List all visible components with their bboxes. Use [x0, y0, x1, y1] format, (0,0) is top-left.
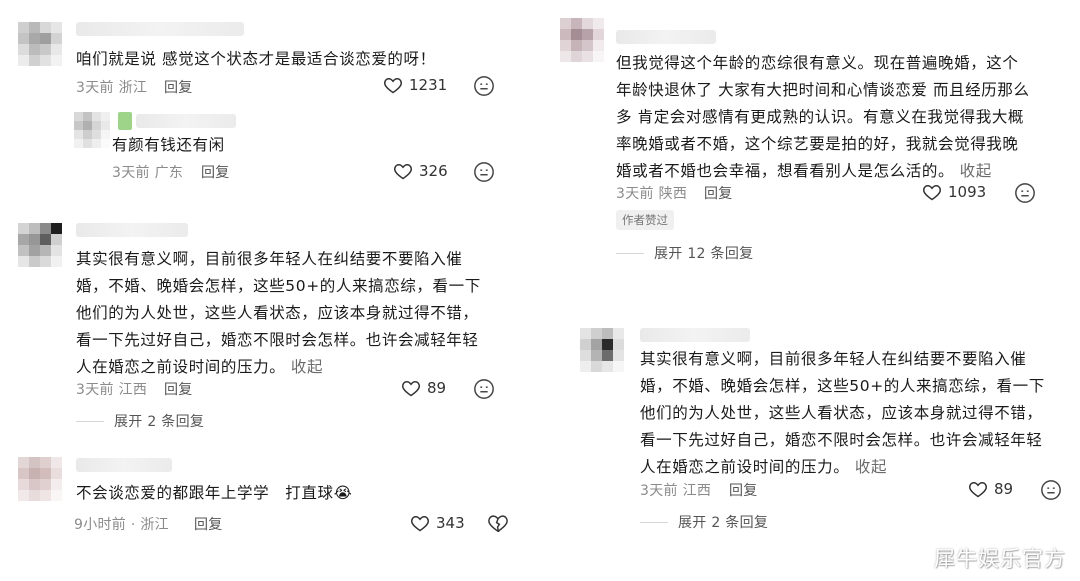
text-line: 人在婚恋之前设时间的压力。 [76, 358, 286, 376]
text-line: 人在婚恋之前设时间的压力。 [640, 458, 850, 476]
dislike-icon[interactable] [1040, 479, 1062, 501]
divider [640, 521, 668, 523]
divider [616, 252, 644, 254]
reply-button[interactable]: 回复 [164, 379, 193, 399]
comment-text: 不会谈恋爱的都跟年上学学 打直球😭 [76, 484, 353, 502]
heart-icon [923, 184, 941, 201]
comment-text: 但我觉得这个年龄的恋综很有意义。现在普遍晚婚，这个 年龄快退休了 大家有大把时间… [616, 50, 1056, 185]
dislike-icon[interactable] [1014, 182, 1036, 204]
divider [76, 420, 104, 422]
text-line: 多 肯定会对感情有更成熟的认识。有意义在我觉得我大概 [616, 108, 1025, 126]
like-count: 1231 [409, 76, 448, 94]
text-line: 年龄快退休了 大家有大把时间和心情谈恋爱 而且经历那么 [616, 81, 1030, 99]
text-line: 率晚婚或者不婚，这个综艺要是拍的好，我就会觉得我晚 [616, 135, 1019, 153]
text-line: 他们的为人处世，这些人看状态，应该本身就过得不错， [640, 404, 1043, 422]
expand-replies[interactable]: 展开 12 条回复 [616, 243, 753, 263]
heart-icon [384, 77, 402, 94]
dislike-icon[interactable] [473, 161, 495, 183]
heart-icon [402, 380, 420, 397]
like-button[interactable]: 326 [393, 161, 448, 181]
text-line: 婚，不婚、晚婚会怎样，这些50+的人来搞恋综，看一下 [76, 277, 481, 295]
username[interactable] [76, 223, 188, 237]
like-button[interactable]: 1093 [922, 182, 986, 202]
dislike-icon[interactable] [473, 378, 495, 400]
like-button[interactable]: 343 [410, 513, 465, 533]
username[interactable] [136, 114, 236, 128]
comment-text: 有颜有钱还有闲 [112, 136, 225, 154]
reply-button[interactable]: 回复 [194, 514, 223, 534]
like-button[interactable]: 89 [968, 479, 1013, 499]
text-line: 婚，不婚、晚婚会怎样，这些50+的人来搞恋综，看一下 [640, 377, 1045, 395]
like-button[interactable]: 1231 [383, 75, 447, 95]
reply-button[interactable]: 回复 [704, 183, 733, 203]
avatar[interactable] [560, 18, 604, 62]
like-count: 343 [436, 514, 465, 532]
reply-button[interactable]: 回复 [164, 77, 193, 97]
comment-text: 其实很有意义啊，目前很多年轻人在纠结要不要陷入催 婚，不婚、晚婚会怎样，这些50… [640, 346, 1060, 481]
username[interactable] [76, 458, 172, 472]
comment-text: 其实很有意义啊，目前很多年轻人在纠结要不要陷入催 婚，不婚、晚婚会怎样，这些50… [76, 246, 496, 381]
text-line: 其实很有意义啊，目前很多年轻人在纠结要不要陷入催 [640, 350, 1027, 368]
collapse-link[interactable]: 收起 [855, 458, 887, 476]
collapse-link[interactable]: 收起 [960, 162, 992, 180]
text-line: 看一下先过好自己，婚恋不限时会怎样。也许会减轻年轻 [76, 331, 479, 349]
text-line: 他们的为人处世，这些人看状态，应该本身就过得不错， [76, 304, 479, 322]
author-liked-badge: 作者赞过 [616, 210, 674, 230]
broken-heart-icon[interactable] [487, 512, 509, 534]
text-line: 看一下先过好自己，婚恋不限时会怎样。也许会减轻年轻 [640, 431, 1043, 449]
comment-meta: 3天前 江西 [640, 483, 712, 499]
vip-badge [118, 112, 132, 130]
avatar[interactable] [580, 328, 624, 372]
comment-meta: 3天前 广东 [112, 165, 184, 181]
heart-icon [969, 481, 987, 498]
dislike-icon[interactable] [473, 75, 495, 97]
reply-button[interactable]: 回复 [201, 162, 230, 182]
collapse-link[interactable]: 收起 [291, 358, 323, 376]
username[interactable] [640, 328, 750, 342]
avatar[interactable] [18, 22, 62, 66]
like-button[interactable]: 89 [401, 378, 446, 398]
expand-replies[interactable]: 展开 2 条回复 [76, 411, 204, 431]
username[interactable] [616, 30, 716, 44]
comment-meta: 3天前 江西 [76, 382, 148, 398]
like-count: 89 [994, 480, 1014, 498]
text-line: 婚或者不婚也会幸福，想看看别人是怎么活的。 [616, 162, 955, 180]
avatar[interactable] [18, 457, 62, 501]
comment-meta: 3天前 陕西 [616, 186, 688, 202]
reply-button[interactable]: 回复 [729, 480, 758, 500]
avatar[interactable] [18, 223, 62, 267]
text-line: 其实很有意义啊，目前很多年轻人在纠结要不要陷入催 [76, 250, 463, 268]
comment-meta: 3天前 浙江 [76, 80, 148, 96]
heart-icon [394, 163, 412, 180]
text-line: 但我觉得这个年龄的恋综很有意义。现在普遍晚婚，这个 [616, 54, 1019, 72]
comment-text: 咱们就是说 感觉这个状态才是最适合谈恋爱的呀！ [76, 50, 436, 68]
like-count: 326 [419, 162, 448, 180]
like-count: 89 [427, 379, 447, 397]
username[interactable] [76, 22, 244, 36]
heart-icon [411, 515, 429, 532]
like-count: 1093 [948, 183, 987, 201]
expand-replies[interactable]: 展开 2 条回复 [640, 512, 768, 532]
comment-meta: 9小时前 · 浙江 [74, 517, 169, 533]
watermark: 犀牛娱乐官方 [934, 547, 1066, 571]
avatar[interactable] [74, 112, 110, 148]
